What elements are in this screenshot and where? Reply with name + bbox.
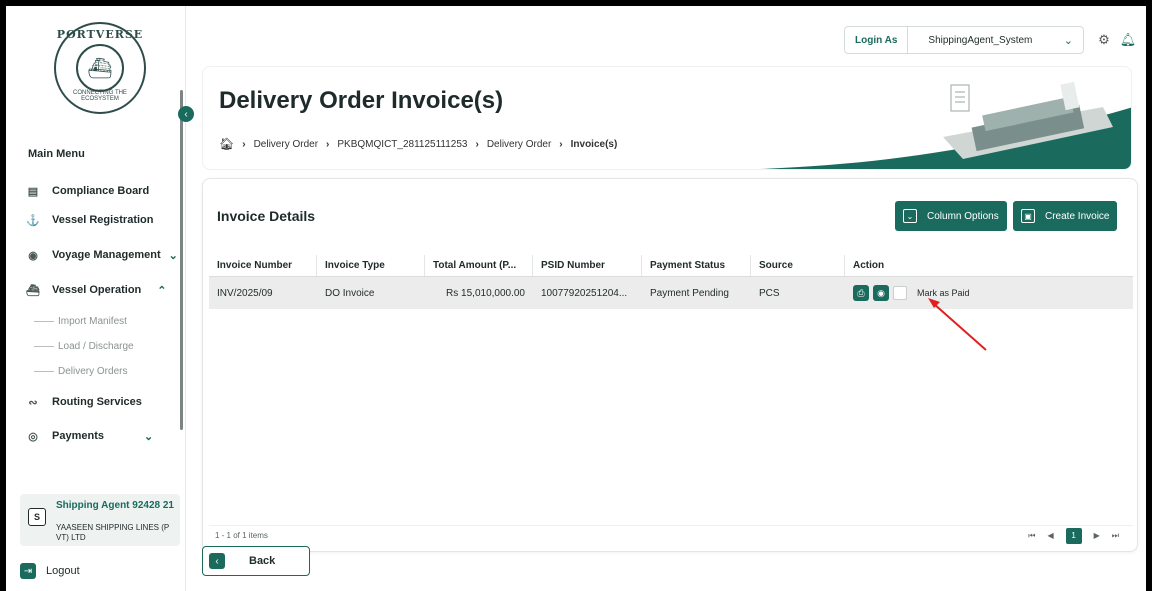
wave-decoration — [760, 81, 1131, 169]
pagination-bar: 1 - 1 of 1 items ⏮ ◀ 1 ▶ ⏭ — [209, 525, 1133, 545]
portverse-logo: PORTVERSE ⛴ CONNECTING THE ECOSYSTEM — [54, 22, 146, 114]
chevron-down-icon: ⌄ — [903, 209, 917, 223]
column-header[interactable]: Invoice Number — [209, 255, 317, 276]
create-invoice-button[interactable]: ▣ Create Invoice — [1013, 201, 1118, 231]
panel-title: Invoice Details — [217, 208, 316, 224]
role-select[interactable]: ShippingAgent_System ⌄ — [908, 34, 1083, 47]
action-cell: ⎙ ◉ Mark as Paid — [845, 285, 1133, 301]
document-add-icon: ▣ — [1021, 209, 1035, 223]
logout-button[interactable]: ⇥ Logout — [20, 563, 80, 579]
role-switcher: Login As ShippingAgent_System ⌄ — [844, 26, 1084, 54]
home-icon[interactable]: 🏠︎ — [219, 137, 234, 151]
sidebar-item-vessel-operation[interactable]: ⛴ Vessel Operation ⌃ — [26, 279, 166, 301]
psid-cell: 10077920251204... — [541, 287, 628, 299]
pager-info: 1 - 1 of 1 items — [215, 531, 268, 540]
source-cell: PCS — [759, 287, 780, 299]
ship-icon: ⚓ — [26, 214, 40, 227]
view-eye-icon[interactable]: ◉ — [873, 285, 889, 301]
mark-as-paid-label: Mark as Paid — [917, 288, 970, 298]
sidebar: PORTVERSE ⛴ CONNECTING THE ECOSYSTEM Mai… — [6, 6, 186, 591]
avatar: S — [28, 508, 46, 526]
invoice-details-panel: Invoice Details ⌄ Column Options ▣ Creat… — [202, 178, 1138, 552]
sidebar-item-routing-services[interactable]: ∾ Routing Services — [26, 391, 141, 413]
route-icon: ∾ — [28, 396, 38, 409]
sidebar-collapse-button[interactable]: ‹ — [178, 106, 194, 122]
sidebar-item-voyage-management[interactable]: ◉ Voyage Management ⌄ — [26, 244, 178, 266]
crane-icon: ⛴ — [26, 284, 40, 297]
column-header[interactable]: Total Amount (P... — [425, 255, 533, 276]
sidebar-subitem-import-manifest[interactable]: Import Manifest — [34, 312, 127, 330]
logout-icon: ⇥ — [20, 563, 36, 579]
notification-bell-icon[interactable]: 🔔︎ — [1120, 32, 1137, 48]
page-header-banner: Delivery Order Invoice(s) 🏠︎ › Delivery … — [202, 66, 1132, 170]
compass-icon: ◉ — [28, 249, 38, 262]
sidebar-item-compliance-board[interactable]: ▤ Compliance Board — [26, 180, 149, 202]
column-options-button[interactable]: ⌄ Column Options — [895, 201, 1007, 231]
column-header[interactable]: Source — [751, 255, 845, 276]
chevron-down-icon: ⌄ — [168, 249, 178, 262]
breadcrumb: 🏠︎ › Delivery Order › PKBQMQICT_28112511… — [219, 137, 618, 151]
column-header: Action — [853, 260, 885, 271]
pager-controls: ⏮ ◀ 1 ▶ ⏭ — [1022, 527, 1133, 544]
total-amount-cell: Rs 15,010,000.00 — [446, 287, 525, 299]
breadcrumb-current: Invoice(s) — [570, 138, 618, 150]
table-header: Invoice Number Invoice Type Total Amount… — [209, 255, 1133, 277]
chevron-left-icon: ‹ — [209, 553, 225, 569]
invoice-number-cell: INV/2025/09 — [217, 287, 273, 299]
board-icon: ▤ — [27, 185, 39, 198]
invoice-type-cell: DO Invoice — [325, 287, 375, 299]
sidebar-item-vessel-registration[interactable]: ⚓ Vessel Registration — [26, 209, 153, 231]
payment-status-cell: Payment Pending — [650, 287, 729, 299]
chevron-down-icon: ⌄ — [1063, 34, 1073, 47]
print-icon[interactable]: ⎙ — [853, 285, 869, 301]
login-as-label: Login As — [845, 27, 909, 53]
back-button[interactable]: ‹ Back — [202, 546, 310, 576]
sidebar-subitem-delivery-orders[interactable]: Delivery Orders — [34, 362, 127, 380]
breadcrumb-item[interactable]: Delivery Order — [487, 139, 551, 150]
chevron-up-icon: ⌃ — [157, 284, 167, 297]
column-header[interactable]: Payment Status — [642, 255, 751, 276]
table-row: INV/2025/09 DO Invoice Rs 15,010,000.00 … — [209, 277, 1133, 309]
chevron-down-icon: ⌄ — [143, 430, 154, 443]
column-header[interactable]: PSID Number — [533, 255, 642, 276]
next-page-icon[interactable]: ▶ — [1094, 531, 1100, 540]
main-menu-title: Main Menu — [28, 148, 85, 160]
app-window: PORTVERSE ⛴ CONNECTING THE ECOSYSTEM Mai… — [6, 6, 1146, 591]
agent-profile-card[interactable]: S Shipping Agent 92428 21 YAASEEN SHIPPI… — [20, 494, 180, 546]
document-illustration — [950, 84, 970, 112]
breadcrumb-item[interactable]: Delivery Order — [254, 139, 318, 150]
column-header[interactable]: Invoice Type — [317, 255, 425, 276]
mark-as-paid-checkbox[interactable] — [893, 286, 907, 300]
agent-company: YAASEEN SHIPPING LINES (P VT) LTD — [56, 523, 170, 542]
sidebar-scrollbar[interactable] — [180, 90, 183, 430]
first-page-icon[interactable]: ⏮ — [1028, 531, 1035, 541]
ship-logo-icon: ⛴ — [76, 44, 124, 92]
sidebar-subitem-load-discharge[interactable]: Load / Discharge — [34, 337, 134, 355]
breadcrumb-item[interactable]: PKBQMQICT_281125111253 — [337, 139, 467, 150]
payment-icon: ◎ — [28, 430, 38, 443]
settings-icon[interactable]: ⚙ — [1096, 32, 1112, 48]
prev-page-icon[interactable]: ◀ — [1047, 531, 1053, 540]
sidebar-item-payments[interactable]: ◎ Payments ⌄ — [26, 425, 153, 447]
agent-name: Shipping Agent 92428 21 — [56, 500, 174, 511]
last-page-icon[interactable]: ⏭ — [1112, 531, 1119, 541]
page-number-button[interactable]: 1 — [1065, 527, 1082, 544]
page-title: Delivery Order Invoice(s) — [219, 87, 504, 114]
